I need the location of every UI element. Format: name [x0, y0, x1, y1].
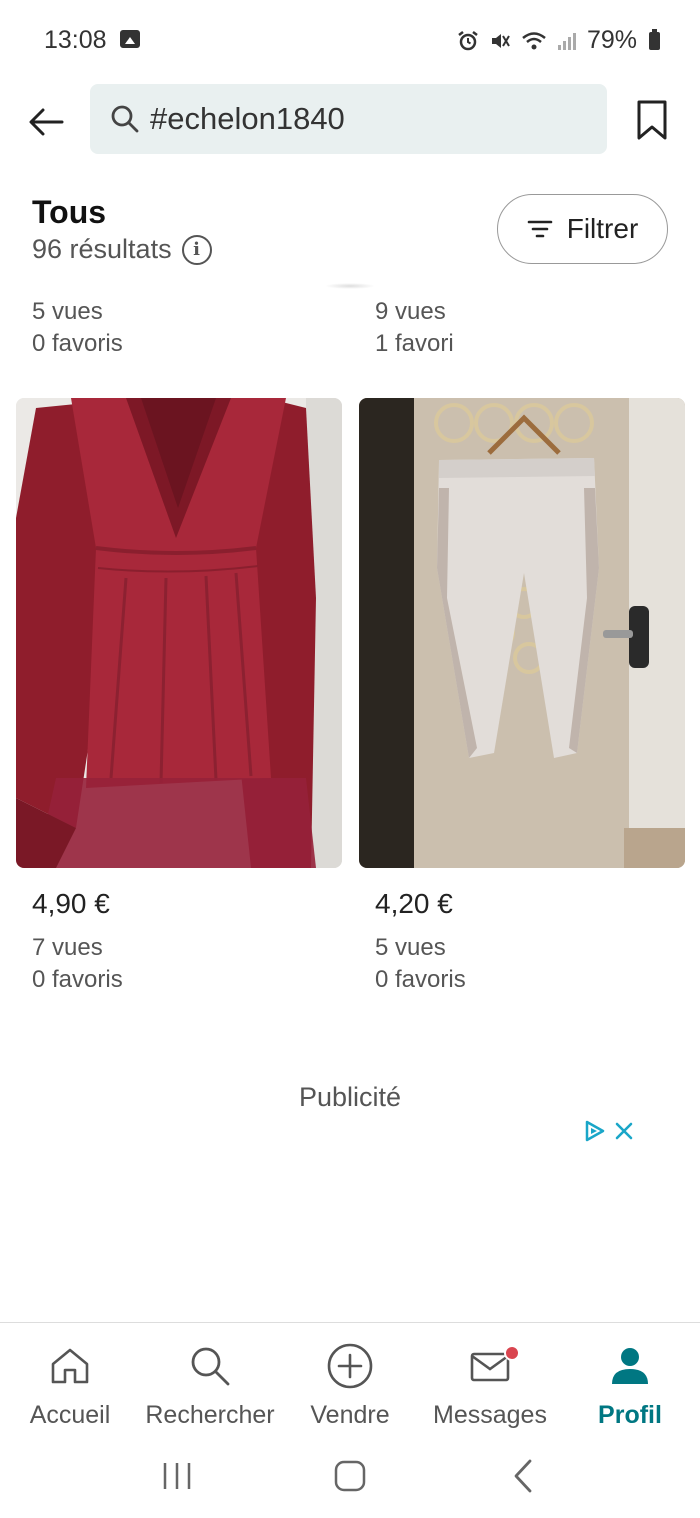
info-icon[interactable]: i: [181, 234, 212, 265]
item-stats: 5 vues 0 favoris: [375, 932, 466, 996]
nav-label: Messages: [433, 1401, 547, 1429]
home-square-icon: [334, 1460, 366, 1492]
filter-label: Filtrer: [566, 213, 639, 244]
status-bar: 13:08 79%: [0, 0, 700, 80]
plus-circle-icon: [327, 1343, 373, 1389]
item-views: 9 vues: [375, 298, 446, 325]
status-indicators: 79%: [457, 26, 660, 55]
item-views: 7 vues: [32, 934, 103, 961]
nav-messages[interactable]: Messages: [420, 1323, 560, 1434]
image-notification-icon: [120, 30, 140, 48]
wifi-icon: [522, 31, 546, 49]
item-views: 5 vues: [32, 298, 103, 325]
bookmark-icon: [637, 100, 667, 140]
item-stats: 9 vues 1 favori: [375, 296, 454, 360]
nav-label: Vendre: [310, 1401, 390, 1429]
home-icon: [51, 1348, 89, 1384]
signal-icon: [557, 32, 576, 50]
ad-label: Publicité: [298, 1082, 402, 1112]
item-favorites: 0 favoris: [32, 966, 123, 993]
profile-icon: [612, 1348, 648, 1384]
adchoices-icon[interactable]: [583, 1119, 607, 1143]
item-favorites: 0 favoris: [375, 966, 466, 993]
results-summary: 96 résultats i: [32, 234, 212, 265]
nav-label: Accueil: [29, 1401, 111, 1429]
red-blouse-photo: [16, 398, 342, 868]
search-query: #echelon1840: [150, 101, 345, 136]
item-stats: 7 vues 0 favoris: [32, 932, 123, 996]
search-input[interactable]: #echelon1840: [90, 84, 607, 154]
nav-label: Rechercher: [145, 1401, 275, 1429]
nav-sell[interactable]: Vendre: [280, 1323, 420, 1434]
item-favorites: 1 favori: [375, 330, 454, 357]
recent-apps-button[interactable]: [147, 1451, 207, 1501]
item-price: 4,90 €: [32, 888, 110, 919]
close-ad-icon[interactable]: [613, 1120, 635, 1142]
bottom-nav: Accueil Rechercher Vendre Messages Profi…: [0, 1322, 700, 1434]
item-stats: 5 vues 0 favoris: [32, 296, 123, 360]
ad-choices[interactable]: [583, 1119, 635, 1143]
chevron-left-icon: [514, 1459, 532, 1493]
item-image-red-blouse[interactable]: [16, 398, 342, 868]
recent-apps-icon: [163, 1463, 190, 1489]
item-image-white-pants[interactable]: [359, 398, 685, 868]
battery-percent: 79%: [586, 26, 637, 54]
status-time: 13:08: [44, 26, 107, 54]
search-icon: [111, 105, 139, 133]
white-pants-photo: [359, 398, 685, 868]
nav-label: Profil: [598, 1401, 662, 1429]
item-views: 5 vues: [375, 934, 446, 961]
home-button[interactable]: [320, 1451, 380, 1501]
nav-search[interactable]: Rechercher: [140, 1323, 280, 1434]
nav-home[interactable]: Accueil: [0, 1323, 140, 1434]
filter-button[interactable]: Filtrer: [497, 194, 668, 264]
filter-icon: [527, 220, 553, 238]
back-button[interactable]: [24, 100, 68, 144]
notification-dot: [504, 1345, 520, 1361]
scroll-shadow: [325, 283, 375, 289]
item-price: 4,20 €: [375, 888, 453, 919]
alarm-icon: [458, 30, 478, 50]
nav-profile[interactable]: Profil: [560, 1323, 700, 1434]
page-title: Tous: [32, 194, 107, 230]
search-icon: [191, 1347, 230, 1386]
save-search-button[interactable]: [632, 96, 672, 144]
system-back-button[interactable]: [493, 1451, 553, 1501]
battery-icon: [649, 28, 660, 50]
system-nav: [0, 1434, 700, 1518]
item-favorites: 0 favoris: [32, 330, 123, 357]
results-count: 96 résultats: [32, 234, 172, 264]
mute-icon: [491, 33, 510, 48]
arrow-left-icon: [29, 108, 64, 136]
